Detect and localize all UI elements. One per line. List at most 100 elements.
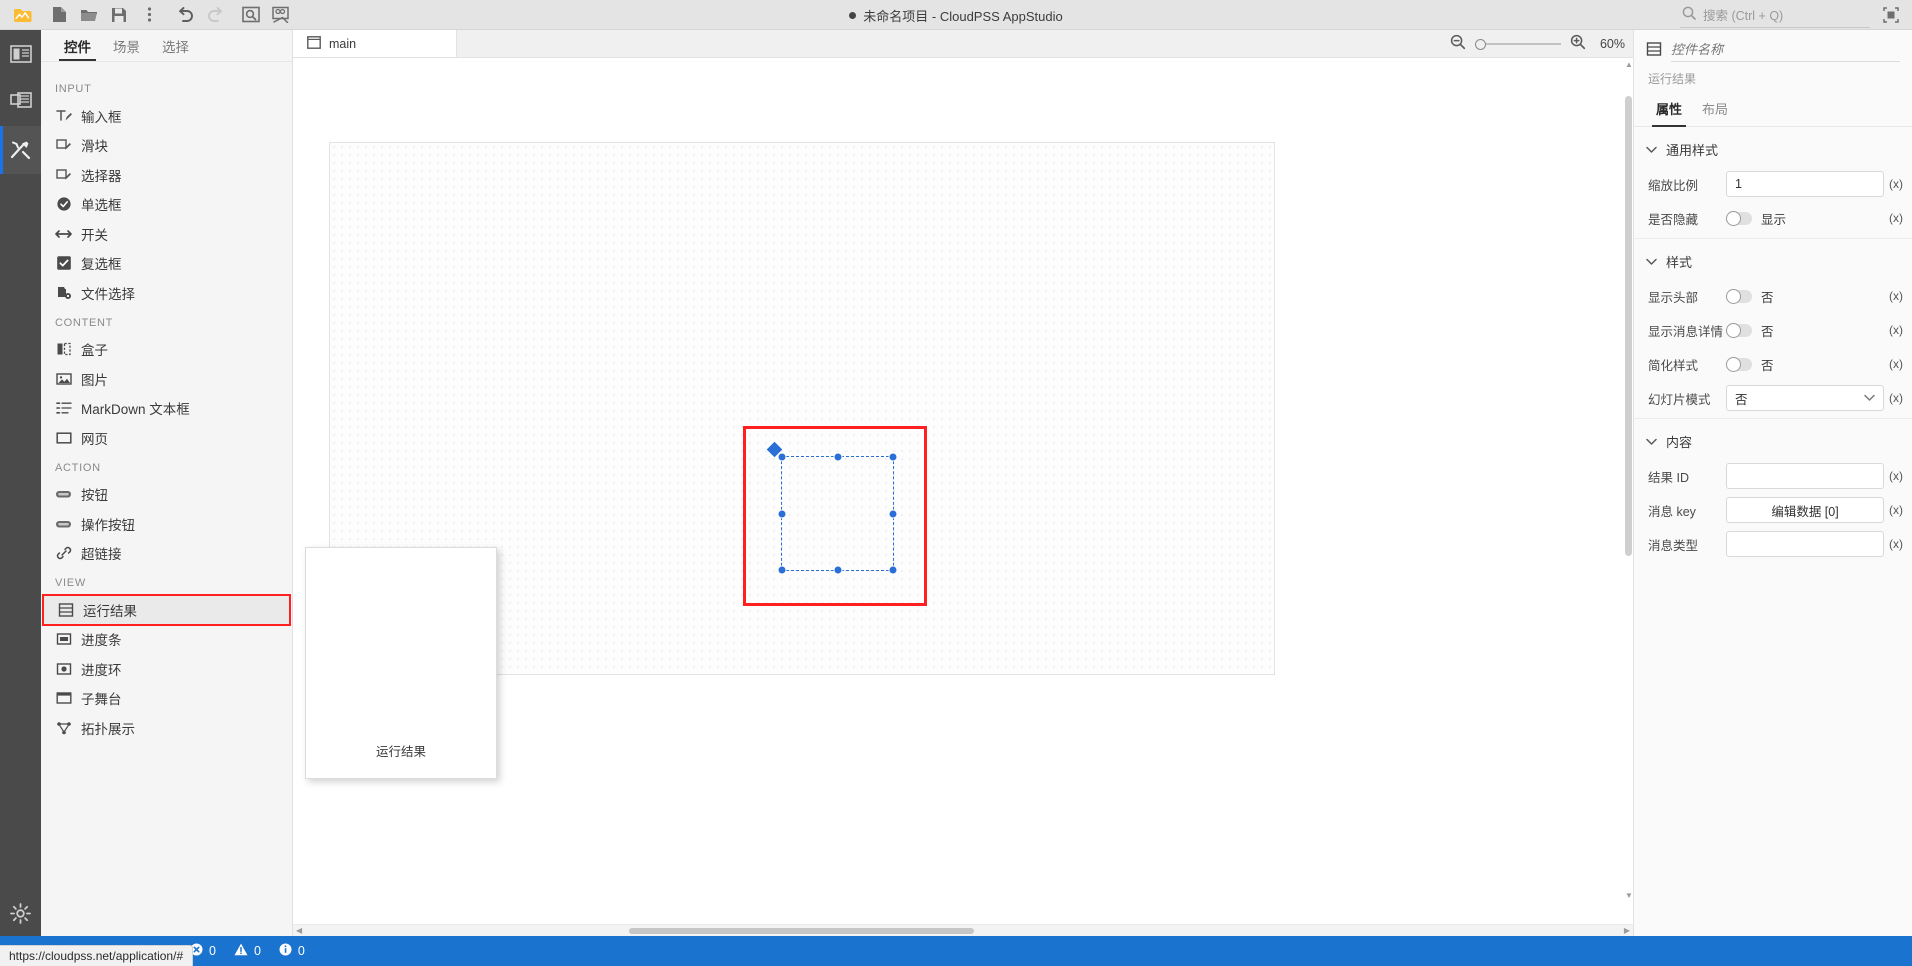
edit-data-button[interactable]: 编辑数据 [0] — [1726, 497, 1884, 523]
resize-handle-s[interactable] — [833, 565, 842, 575]
widget-item-radio[interactable]: 单选框 — [41, 190, 292, 220]
scroll-right-arrow-icon[interactable]: ▶ — [1624, 926, 1630, 935]
widget-item-label: 运行结果 — [83, 603, 137, 619]
settings-gear-icon[interactable] — [0, 890, 41, 936]
widget-item-checkbox[interactable]: 复选框 — [41, 249, 292, 279]
tab-layout-label: 布局 — [1702, 102, 1729, 117]
result-icon — [1646, 41, 1662, 62]
widget-item-button[interactable]: 按钮 — [41, 480, 292, 510]
canvas-horizontal-scrollbar[interactable]: ◀ ▶ — [293, 924, 1633, 936]
expression-toggle[interactable]: (x) — [1884, 391, 1908, 405]
open-folder-icon[interactable] — [74, 1, 104, 29]
scroll-left-arrow-icon[interactable]: ◀ — [296, 926, 302, 935]
widget-item-result[interactable]: 运行结果 — [42, 594, 291, 626]
tab-scenes[interactable]: 场景 — [102, 30, 151, 61]
prop-show-message-detail: 显示消息详情 否 (x) — [1634, 316, 1912, 344]
editor-area: main 60% 运行结果 ▲ ▼ ◀ ▶ — [293, 30, 1633, 936]
show-header-toggle[interactable]: 否 — [1726, 287, 1774, 306]
zoom-slider-track[interactable] — [1486, 43, 1561, 45]
zoom-slider-knob[interactable] — [1475, 38, 1486, 50]
widget-item-action-button[interactable]: 操作按钮 — [41, 509, 292, 539]
section-style[interactable]: 样式 — [1634, 239, 1912, 282]
widget-item-sub-stage[interactable]: 子舞台 — [41, 684, 292, 714]
widget-item-file-picker[interactable]: 文件选择 — [41, 278, 292, 308]
expression-toggle[interactable]: (x) — [1884, 211, 1908, 225]
expression-toggle[interactable]: (x) — [1884, 177, 1908, 191]
status-infos[interactable]: 0 — [279, 943, 305, 959]
widget-item-webpage[interactable]: 网页 — [41, 423, 292, 453]
tab-widgets[interactable]: 控件 — [53, 30, 102, 61]
section-content[interactable]: 内容 — [1634, 419, 1912, 462]
horizontal-scroll-thumb[interactable] — [629, 928, 974, 934]
status-errors[interactable]: 0 — [190, 943, 216, 959]
expression-toggle[interactable]: (x) — [1884, 289, 1908, 303]
result-id-input[interactable] — [1726, 463, 1884, 489]
widget-item-link[interactable]: 超链接 — [41, 539, 292, 569]
widget-item-progress-bar[interactable]: 进度条 — [41, 625, 292, 655]
app-logo-icon[interactable] — [8, 1, 38, 29]
maximize-window-icon[interactable] — [1880, 4, 1902, 26]
expression-toggle[interactable]: (x) — [1884, 537, 1908, 551]
undo-icon[interactable] — [170, 1, 200, 29]
widget-item-progress-ring[interactable]: 进度环 — [41, 654, 292, 684]
expression-toggle[interactable]: (x) — [1884, 357, 1908, 371]
resize-handle-sw[interactable] — [777, 565, 787, 575]
resize-handle-w[interactable] — [777, 509, 787, 518]
widget-name-input[interactable] — [1671, 40, 1900, 62]
toggle-track — [1726, 322, 1752, 338]
resize-handle-e[interactable] — [888, 509, 898, 518]
widget-item-switch[interactable]: 开关 — [41, 219, 292, 249]
canvas-vertical-scrollbar[interactable]: ▲ ▼ — [1625, 60, 1633, 900]
zoom-in-icon[interactable] — [1570, 34, 1586, 55]
progress-bar-icon — [55, 631, 72, 648]
widget-item-markdown[interactable]: MarkDown 文本框 — [41, 394, 292, 424]
chevron-down-icon — [1864, 391, 1875, 405]
selection-box[interactable] — [777, 452, 898, 575]
prop-result-id: 结果 ID (x) — [1634, 462, 1912, 490]
simplified-style-toggle[interactable]: 否 — [1726, 355, 1774, 374]
layout-panel-icon[interactable] — [0, 30, 41, 78]
widget-item-text-input[interactable]: 输入框 — [41, 101, 292, 131]
prop-label: 简化样式 — [1648, 358, 1699, 373]
scroll-down-arrow-icon[interactable]: ▼ — [1625, 891, 1633, 900]
show-message-detail-toggle[interactable]: 否 — [1726, 321, 1774, 340]
expression-toggle[interactable]: (x) — [1884, 323, 1908, 337]
tab-properties[interactable]: 属性 — [1646, 99, 1692, 127]
hidden-toggle[interactable]: 显示 — [1726, 209, 1786, 228]
tab-selection[interactable]: 选择 — [151, 30, 200, 61]
publish-icon[interactable] — [266, 1, 296, 29]
slide-mode-select[interactable]: 否 — [1726, 385, 1884, 411]
global-search[interactable]: 搜索 (Ctrl + Q) — [1680, 3, 1870, 28]
tab-layout[interactable]: 布局 — [1692, 99, 1738, 126]
resize-handle-nw[interactable] — [777, 452, 787, 462]
tools-icon[interactable] — [0, 126, 41, 174]
widget-item-label: 进度条 — [81, 633, 122, 649]
canvas[interactable]: 运行结果 ▲ ▼ — [293, 58, 1633, 924]
preview-icon[interactable] — [236, 1, 266, 29]
save-icon[interactable] — [104, 1, 134, 29]
section-title: 通用样式 — [1666, 143, 1719, 158]
redo-icon[interactable] — [200, 1, 230, 29]
zoom-slider[interactable] — [1475, 38, 1561, 50]
resize-handle-se[interactable] — [888, 565, 898, 575]
widget-item-box[interactable]: 盒子 — [41, 335, 292, 365]
new-file-icon[interactable] — [44, 1, 74, 29]
widget-item-selector[interactable]: 选择器 — [41, 160, 292, 190]
resize-handle-ne[interactable] — [888, 452, 898, 462]
scroll-up-arrow-icon[interactable]: ▲ — [1625, 60, 1633, 69]
resize-handle-n[interactable] — [833, 452, 842, 462]
widget-item-topology[interactable]: 拓扑展示 — [41, 713, 292, 743]
expression-toggle[interactable]: (x) — [1884, 469, 1908, 483]
zoom-out-icon[interactable] — [1450, 34, 1466, 55]
stage-tab-main[interactable]: main — [293, 30, 457, 57]
pages-icon[interactable] — [0, 78, 41, 126]
message-type-input[interactable] — [1726, 531, 1884, 557]
widget-item-image[interactable]: 图片 — [41, 364, 292, 394]
vertical-scroll-thumb[interactable] — [1625, 96, 1632, 556]
scale-input[interactable] — [1726, 171, 1884, 197]
more-vertical-icon[interactable] — [134, 1, 164, 29]
widget-item-slider[interactable]: 滑块 — [41, 131, 292, 161]
section-general-style[interactable]: 通用样式 — [1634, 127, 1912, 170]
expression-toggle[interactable]: (x) — [1884, 503, 1908, 517]
status-warnings[interactable]: 0 — [234, 943, 261, 959]
